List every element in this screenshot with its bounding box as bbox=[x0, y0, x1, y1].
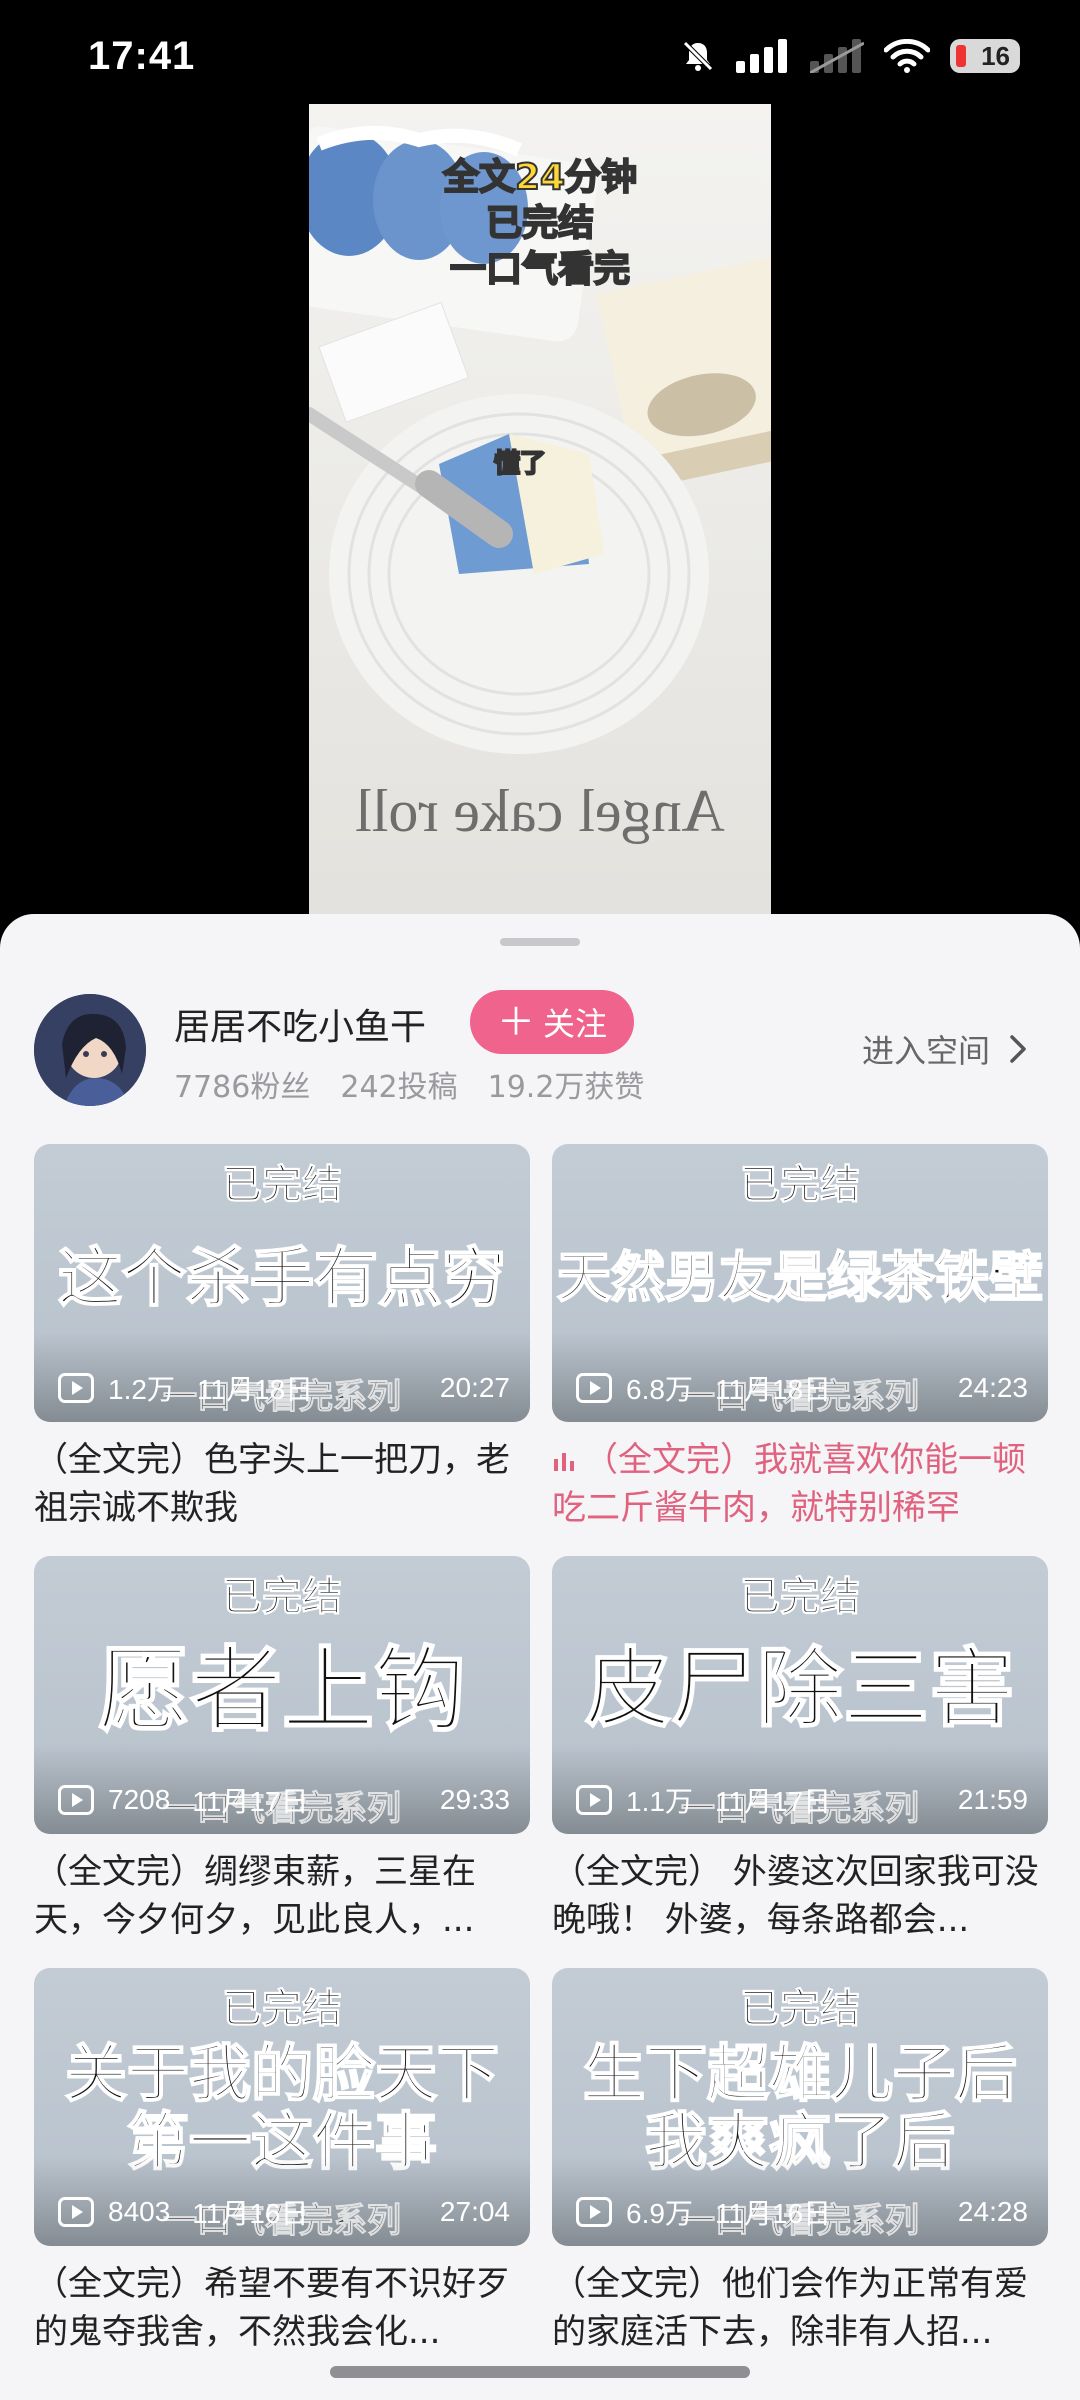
video-meta: 1.2万 11月18日 20:27 bbox=[58, 1368, 510, 1408]
author-avatar[interactable] bbox=[34, 994, 146, 1106]
sheet-drag-handle[interactable] bbox=[500, 938, 580, 946]
video-title-active[interactable]: （全文完）我就喜欢你能一顿吃二斤酱牛肉，就特别稀罕 bbox=[552, 1436, 1048, 1532]
video-duration: 21:59 bbox=[957, 1784, 1028, 1815]
upload-date: 11月16日 bbox=[714, 2198, 832, 2229]
author-stats: 7786粉丝 242投稿 19.2万获赞 bbox=[174, 1062, 644, 1106]
now-playing-icon bbox=[554, 1452, 574, 1471]
author-sheet: 居居不吃小鱼干 ＋ 关注 7786粉丝 242投稿 19.2万获赞 进入空间 已… bbox=[0, 914, 1080, 2400]
upload-date: 11月18日 bbox=[714, 1374, 832, 1405]
video-duration: 27:04 bbox=[439, 2196, 510, 2227]
video-thumbnail[interactable]: 已完结 皮尸除三害 一口气看完系列 1.1万 11月17日 21:59 bbox=[552, 1556, 1048, 1834]
video-title[interactable]: （全文完）色字头上一把刀，老祖宗诚不欺我 bbox=[34, 1436, 530, 1532]
video-duration: 24:23 bbox=[957, 1372, 1028, 1403]
fans-count: 7786粉丝 bbox=[174, 1070, 311, 1105]
avatar-image bbox=[34, 994, 146, 1106]
thumb-status-text: 已完结 bbox=[740, 1986, 861, 2033]
thumb-status-text: 已完结 bbox=[222, 1162, 343, 1209]
video-caption-line-2: 已完结 bbox=[485, 202, 595, 245]
video-title[interactable]: （全文完）绸缪束薪，三星在天，今夕何夕，见此良人，... bbox=[34, 1848, 530, 1944]
view-count: 6.8万 bbox=[626, 1374, 693, 1405]
video-duration: 29:33 bbox=[439, 1784, 510, 1815]
video-meta: 6.9万 11月16日 24:28 bbox=[576, 2192, 1028, 2232]
thumb-title-line: 生下超雄儿子后 bbox=[582, 2037, 1018, 2110]
upload-date: 11月17日 bbox=[192, 1786, 309, 1817]
battery-indicator: 16 bbox=[950, 39, 1020, 73]
thumb-status-text: 已完结 bbox=[222, 1574, 343, 1621]
video-meta: 6.8万 11月18日 24:23 bbox=[576, 1368, 1028, 1408]
video-card[interactable]: 已完结 关于我的脸天下 第一这件事 一口气看完系列 8403 11月16日 27… bbox=[34, 1968, 530, 2356]
status-bar: 17:41 16 bbox=[0, 0, 1080, 110]
thumb-status-text: 已完结 bbox=[740, 1162, 861, 1209]
status-icons: 16 bbox=[680, 38, 1020, 74]
thumb-status-text: 已完结 bbox=[740, 1574, 861, 1621]
view-count: 1.2万 bbox=[108, 1374, 175, 1405]
video-card[interactable]: 已完结 皮尸除三害 一口气看完系列 1.1万 11月17日 21:59 （全文完… bbox=[552, 1556, 1048, 1944]
enter-space-label: 进入空间 bbox=[861, 1032, 990, 1070]
play-count-icon bbox=[576, 1785, 612, 1815]
video-title-text: （全文完）我就喜欢你能一顿吃二斤酱牛肉，就特别稀罕 bbox=[552, 1440, 1026, 1528]
view-count: 7208 bbox=[108, 1784, 171, 1815]
thumb-title-line: 天然男友是绿茶铁壁 bbox=[556, 1246, 1044, 1309]
author-name[interactable]: 居居不吃小鱼干 bbox=[174, 998, 426, 1050]
view-count: 1.1万 bbox=[626, 1786, 693, 1817]
view-count: 6.9万 bbox=[626, 2198, 693, 2229]
home-indicator[interactable] bbox=[330, 2366, 750, 2378]
video-card[interactable]: 已完结 愿者上钩 一口气看完系列 7208 11月17日 29:33 （全文完）… bbox=[34, 1556, 530, 1944]
plus-icon: ＋ bbox=[496, 1000, 535, 1044]
posts-count: 242投稿 bbox=[340, 1070, 458, 1105]
video-thumbnail[interactable]: 已完结 这个杀手有点穷 一口气看完系列 1.2万 11月18日 20:27 bbox=[34, 1144, 530, 1422]
play-count-icon bbox=[576, 2197, 612, 2227]
thumb-title-line: 愿者上钩 bbox=[97, 1637, 467, 1744]
video-title[interactable]: （全文完）希望不要有不识好歹的鬼夺我舍，不然我会化... bbox=[34, 2260, 530, 2356]
video-watermark-text: Angel cake roll bbox=[355, 778, 725, 844]
thumb-status-text: 已完结 bbox=[222, 1986, 343, 2033]
play-count-icon bbox=[58, 1373, 94, 1403]
enter-space-link[interactable]: 进入空间 bbox=[862, 1026, 1028, 1072]
likes-count: 19.2万获赞 bbox=[487, 1070, 645, 1105]
video-thumbnail[interactable]: 已完结 愿者上钩 一口气看完系列 7208 11月17日 29:33 bbox=[34, 1556, 530, 1834]
video-sticker-text: 懂了 bbox=[493, 448, 547, 480]
thumb-title-line: 这个杀手有点穷 bbox=[57, 1242, 507, 1316]
view-count: 8403 bbox=[108, 2196, 171, 2227]
signal-icon bbox=[736, 39, 787, 73]
thumb-title-line: 皮尸除三害 bbox=[584, 1639, 1016, 1739]
play-count-icon bbox=[58, 1785, 94, 1815]
video-meta: 7208 11月17日 29:33 bbox=[58, 1780, 510, 1820]
follow-label: 关注 bbox=[543, 1005, 608, 1043]
video-thumbnail[interactable]: 已完结 天然男友是绿茶铁壁 一口气看完系列 6.8万 11月18日 24:23 bbox=[552, 1144, 1048, 1422]
play-count-icon bbox=[58, 2197, 94, 2227]
signal-weak-icon bbox=[810, 39, 864, 73]
video-duration: 24:28 bbox=[957, 2196, 1028, 2227]
thumb-title-line: 关于我的脸天下 bbox=[64, 2037, 500, 2110]
video-card-active[interactable]: 已完结 天然男友是绿茶铁壁 一口气看完系列 6.8万 11月18日 24:23 … bbox=[552, 1144, 1048, 1532]
video-caption-line-1: 全文24分钟 bbox=[442, 156, 638, 199]
video-thumbnail[interactable]: 已完结 生下超雄儿子后 我爽疯了后 一口气看完系列 6.9万 11月16日 24… bbox=[552, 1968, 1048, 2246]
follow-button[interactable]: ＋ 关注 bbox=[470, 990, 634, 1054]
battery-level: 16 bbox=[981, 40, 1010, 71]
video-duration: 20:27 bbox=[439, 1372, 510, 1403]
status-time: 17:41 bbox=[88, 34, 196, 78]
upload-date: 11月16日 bbox=[192, 2198, 309, 2229]
video-caption-line-3: 一口气看完 bbox=[449, 248, 631, 291]
play-count-icon bbox=[576, 1373, 612, 1403]
video-title[interactable]: （全文完） 外婆这次回家我可没晚哦！ 外婆，每条路都会... bbox=[552, 1848, 1048, 1944]
video-title[interactable]: （全文完）他们会作为正常有爱的家庭活下去，除非有人招... bbox=[552, 2260, 1048, 2356]
video-player[interactable]: 全文24分钟 已完结 一口气看完 懂了 Angel cake roll bbox=[309, 104, 771, 914]
video-card[interactable]: 已完结 生下超雄儿子后 我爽疯了后 一口气看完系列 6.9万 11月16日 24… bbox=[552, 1968, 1048, 2356]
video-thumbnail[interactable]: 已完结 关于我的脸天下 第一这件事 一口气看完系列 8403 11月16日 27… bbox=[34, 1968, 530, 2246]
wifi-icon bbox=[884, 39, 930, 73]
upload-date: 11月17日 bbox=[714, 1786, 832, 1817]
chevron-right-icon bbox=[1010, 1035, 1026, 1063]
video-meta: 1.1万 11月17日 21:59 bbox=[576, 1780, 1028, 1820]
video-meta: 8403 11月16日 27:04 bbox=[58, 2192, 510, 2232]
upload-date: 11月18日 bbox=[196, 1374, 314, 1405]
mute-bell-icon bbox=[683, 41, 713, 71]
video-card[interactable]: 已完结 这个杀手有点穷 一口气看完系列 1.2万 11月18日 20:27 （全… bbox=[34, 1144, 530, 1532]
